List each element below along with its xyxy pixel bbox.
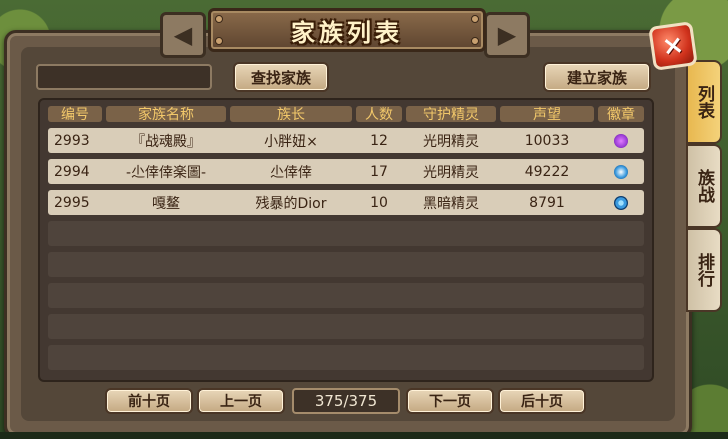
page-title: 家族列表 [291, 18, 403, 47]
cell-members: 17 [370, 163, 388, 180]
close-icon: × [660, 29, 686, 63]
rivet-icon [215, 15, 223, 23]
cell-leader: 小胖妞× [264, 133, 318, 150]
table-row[interactable]: 2993 『战魂殿』 小胖妞× 12 光明精灵 10033 [48, 128, 644, 153]
empty-row [48, 283, 644, 308]
tab-list[interactable]: 列表 [686, 60, 722, 144]
cell-spirit: 光明精灵 [423, 164, 479, 181]
cell-spirit: 黑暗精灵 [423, 195, 479, 212]
cell-badge [598, 128, 644, 153]
search-family-button[interactable]: 查找家族 [233, 62, 329, 92]
table-row[interactable]: 2995 嘎鳌 残暴的Dior 10 黑暗精灵 8791 [48, 190, 644, 215]
prev-page-button[interactable]: 上一页 [197, 388, 285, 414]
purple-flame-badge-icon [614, 133, 628, 148]
last-ten-pages-button[interactable]: 后十页 [498, 388, 586, 414]
cell-badge [598, 159, 644, 184]
cell-prestige: 49222 [524, 163, 570, 180]
page-indicator: 375/375 [292, 388, 400, 414]
cell-members: 10 [370, 194, 388, 211]
cell-leader: 尐倖倖 [270, 164, 312, 181]
left-ornament-icon: ◀ [160, 12, 206, 58]
header-id: 编号 [48, 106, 102, 123]
cell-id: 2995 [54, 194, 90, 211]
header-prestige: 声望 [500, 106, 594, 123]
cell-prestige: 8791 [529, 194, 565, 211]
bottom-strip [0, 432, 728, 439]
tab-ranking-label: 排行 [694, 253, 714, 287]
tab-list-label: 列表 [694, 85, 714, 119]
cell-name: 『战魂殿』 [131, 133, 201, 150]
empty-row [48, 314, 644, 339]
cell-id: 2993 [54, 132, 90, 149]
header-members: 人数 [356, 106, 402, 123]
cell-spirit: 光明精灵 [423, 133, 479, 150]
family-table: 编号 家族名称 族长 人数 守护精灵 声望 徽章 2993 『战魂殿』 小胖妞×… [38, 98, 654, 382]
header-name: 家族名称 [106, 106, 226, 123]
cell-badge [598, 190, 644, 215]
create-family-button[interactable]: 建立家族 [543, 62, 651, 92]
tab-family-war[interactable]: 族战 [686, 144, 722, 228]
cell-members: 12 [370, 132, 388, 149]
rivet-icon [215, 37, 223, 45]
tab-ranking[interactable]: 排行 [686, 228, 722, 312]
right-ornament-icon: ▶ [484, 12, 530, 58]
search-input[interactable] [36, 64, 212, 90]
rivet-icon [471, 37, 479, 45]
cell-id: 2994 [54, 163, 90, 180]
header-badge: 徽章 [598, 106, 644, 123]
empty-row [48, 221, 644, 246]
next-page-button[interactable]: 下一页 [406, 388, 494, 414]
title-plate: 家族列表 [208, 8, 486, 52]
tab-family-war-label: 族战 [694, 169, 714, 203]
blue-target-badge-icon [614, 195, 628, 210]
close-button[interactable]: × [648, 21, 698, 71]
empty-row [48, 345, 644, 370]
cell-leader: 残暴的Dior [255, 195, 327, 212]
header-leader: 族长 [230, 106, 352, 123]
table-header: 编号 家族名称 族长 人数 守护精灵 声望 徽章 [48, 106, 644, 123]
header-spirit: 守护精灵 [406, 106, 496, 123]
first-ten-pages-button[interactable]: 前十页 [105, 388, 193, 414]
table-row[interactable]: 2994 -尐倖倖楽圖- 尐倖倖 17 光明精灵 49222 [48, 159, 644, 184]
cell-prestige: 10033 [524, 132, 570, 149]
rivet-icon [471, 15, 479, 23]
blue-snowflake-badge-icon [614, 164, 628, 179]
cell-name: -尐倖倖楽圖- [125, 164, 207, 181]
cell-name: 嘎鳌 [152, 195, 180, 212]
empty-row [48, 252, 644, 277]
